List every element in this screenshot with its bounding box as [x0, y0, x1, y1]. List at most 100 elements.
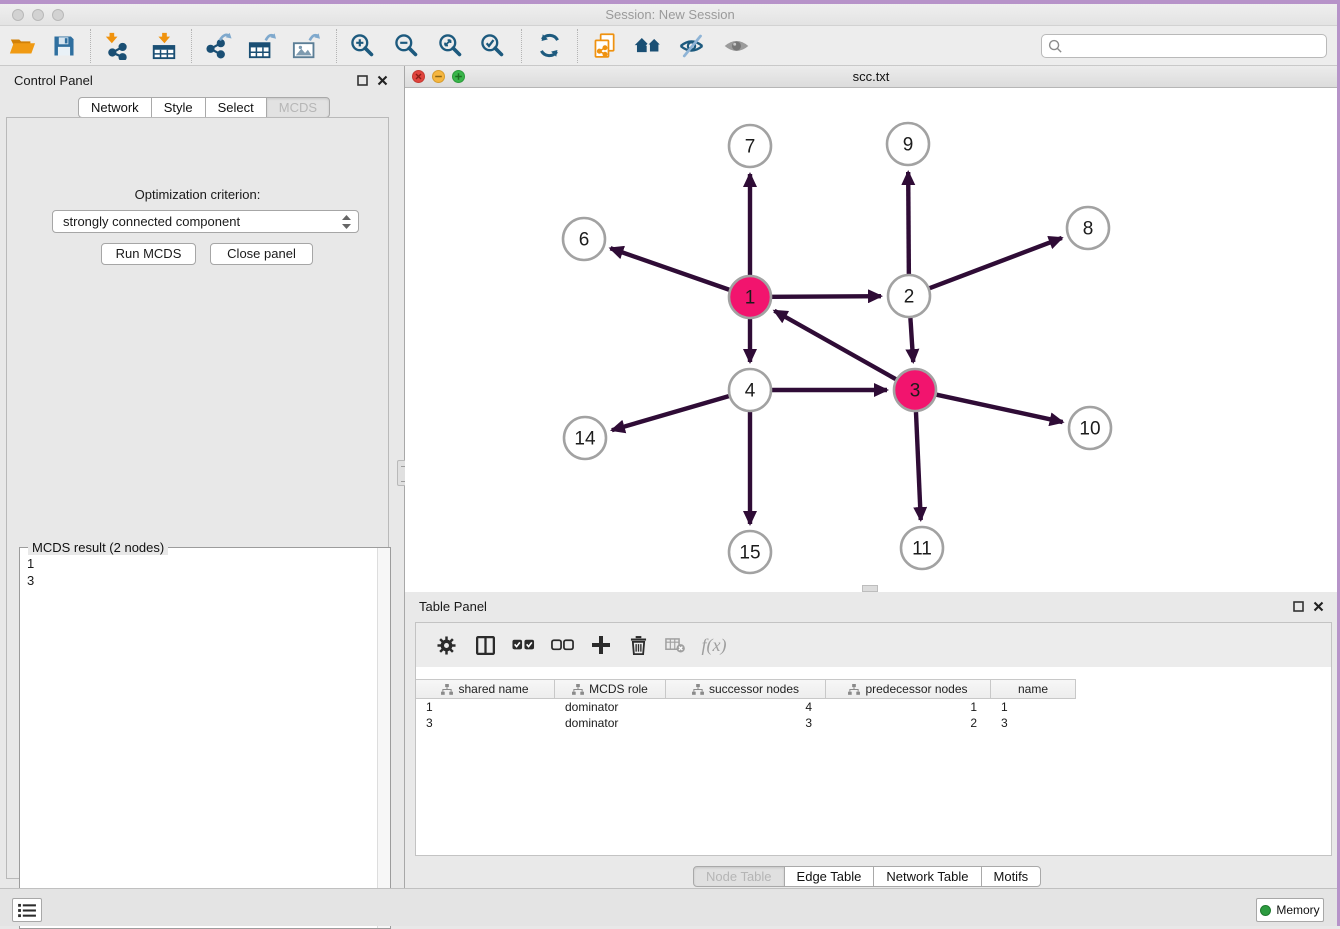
graph-edge-2-8[interactable]: [930, 238, 1062, 288]
zoom-selected-button[interactable]: [477, 29, 507, 63]
function-builder-button[interactable]: f(x): [694, 630, 734, 660]
result-line: 1: [27, 555, 377, 572]
result-scrollbar[interactable]: [377, 548, 390, 928]
zoom-fit-button[interactable]: [435, 29, 465, 63]
graph-edge-4-14[interactable]: [612, 396, 729, 430]
status-bar: Memory: [0, 888, 1340, 926]
graph-edge-3-10[interactable]: [936, 395, 1062, 422]
tab-style[interactable]: Style: [151, 97, 206, 118]
show-all-button[interactable]: [721, 29, 751, 63]
open-session-button[interactable]: [7, 29, 37, 63]
horizontal-splitter-handle[interactable]: [862, 585, 878, 592]
import-network-button[interactable]: [102, 29, 132, 63]
graph-edge-3-1[interactable]: [774, 311, 895, 379]
zoom-out-button[interactable]: [391, 29, 421, 63]
task-history-button[interactable]: [12, 898, 42, 922]
graph-edge-1-2[interactable]: [772, 296, 881, 297]
column-header-successor-nodes[interactable]: successor nodes: [666, 679, 826, 699]
export-image-button[interactable]: [291, 29, 321, 63]
graph-edge-2-3[interactable]: [910, 318, 913, 362]
delete-columns-button[interactable]: [620, 630, 657, 660]
column-header-MCDS-role[interactable]: MCDS role: [555, 679, 666, 699]
export-table-icon: [248, 32, 276, 60]
tab-network[interactable]: Network: [78, 97, 152, 118]
tab-edge-table[interactable]: Edge Table: [784, 866, 875, 887]
table-row[interactable]: 1dominator411: [416, 699, 1076, 715]
save-session-button[interactable]: [49, 29, 79, 63]
result-line: 3: [27, 572, 377, 589]
memory-button[interactable]: Memory: [1256, 898, 1324, 922]
table-toolbar: f(x): [416, 623, 1331, 667]
hide-selected-button[interactable]: [676, 29, 706, 63]
create-column-button[interactable]: [581, 630, 620, 660]
apply-layout-button[interactable]: [534, 29, 564, 63]
svg-text:3: 3: [910, 381, 921, 402]
column-header-shared-name[interactable]: shared name: [416, 679, 555, 699]
graph-node-6[interactable]: 6: [563, 218, 605, 260]
graph-node-9[interactable]: 9: [887, 123, 929, 165]
search-field[interactable]: [1041, 34, 1327, 58]
list-icon: [18, 903, 37, 918]
svg-text:14: 14: [574, 429, 596, 450]
graph-node-11[interactable]: 11: [901, 527, 943, 569]
table-mode-button[interactable]: [426, 630, 466, 660]
graph-node-7[interactable]: 7: [729, 125, 771, 167]
zoom-in-button[interactable]: [347, 29, 377, 63]
zoom-in-icon: [349, 32, 376, 59]
deselect-all-icon: [551, 638, 574, 652]
tab-select[interactable]: Select: [205, 97, 267, 118]
graph-node-10[interactable]: 10: [1069, 407, 1111, 449]
graph-node-14[interactable]: 14: [564, 417, 606, 459]
svg-text:8: 8: [1083, 219, 1094, 240]
svg-text:1: 1: [745, 288, 756, 309]
network-window-titlebar[interactable]: scc.txt: [405, 66, 1337, 88]
tab-node-table[interactable]: Node Table: [693, 866, 785, 887]
tab-network-table[interactable]: Network Table: [873, 866, 981, 887]
show-columns-button[interactable]: [466, 630, 504, 660]
select-all-button[interactable]: [504, 630, 543, 660]
table-type-tabs: Node TableEdge TableNetwork TableMotifs: [693, 866, 1041, 887]
main-toolbar: [0, 26, 1340, 66]
network-window: scc.txt 7 9 6 8 1 2 4 3 14 10 15 11: [405, 66, 1337, 592]
delete-table-button[interactable]: [657, 630, 694, 660]
run-mcds-button[interactable]: Run MCDS: [101, 243, 196, 265]
zoom-out-icon: [393, 32, 420, 59]
graph-node-15[interactable]: 15: [729, 531, 771, 573]
delete-table-icon: [665, 638, 686, 653]
graph-node-4[interactable]: 4: [729, 369, 771, 411]
criterion-dropdown[interactable]: strongly connected component: [52, 210, 359, 233]
svg-text:6: 6: [579, 230, 590, 251]
first-neighbors-button[interactable]: [633, 29, 663, 63]
column-header-predecessor-nodes[interactable]: predecessor nodes: [826, 679, 991, 699]
graph-edge-3-11[interactable]: [916, 412, 921, 520]
deselect-all-button[interactable]: [543, 630, 581, 660]
table-row[interactable]: 3dominator323: [416, 715, 1076, 731]
import-table-button[interactable]: [149, 29, 179, 63]
network-canvas[interactable]: 7 9 6 8 1 2 4 3 14 10 15 11: [405, 88, 1337, 592]
graph-node-1[interactable]: 1: [729, 276, 771, 318]
table-panel-title: Table Panel: [419, 599, 487, 614]
float-table-panel-button[interactable]: [1292, 600, 1305, 613]
export-table-button[interactable]: [247, 29, 277, 63]
close-panel-action-button[interactable]: Close panel: [210, 243, 313, 265]
graph-node-8[interactable]: 8: [1067, 207, 1109, 249]
graph-node-3[interactable]: 3: [894, 369, 936, 411]
search-input[interactable]: [1063, 37, 1326, 55]
fx-icon: f(x): [702, 635, 727, 656]
column-header-name[interactable]: name: [991, 679, 1076, 699]
clone-network-button[interactable]: [590, 29, 620, 63]
tab-motifs[interactable]: Motifs: [981, 866, 1042, 887]
export-network-button[interactable]: [203, 29, 233, 63]
zoom-selected-icon: [479, 32, 506, 59]
toolbar-separator: [336, 29, 337, 63]
tab-mcds[interactable]: MCDS: [266, 97, 330, 118]
svg-text:9: 9: [903, 135, 914, 156]
close-panel-button[interactable]: [376, 74, 389, 87]
column-type-icon: [441, 684, 453, 695]
graph-node-2[interactable]: 2: [888, 275, 930, 317]
graph-edge-2-9[interactable]: [908, 172, 909, 274]
graph-edge-1-6[interactable]: [610, 248, 729, 290]
close-table-panel-button[interactable]: [1312, 600, 1325, 613]
export-network-icon: [204, 32, 232, 60]
float-panel-button[interactable]: [356, 74, 369, 87]
